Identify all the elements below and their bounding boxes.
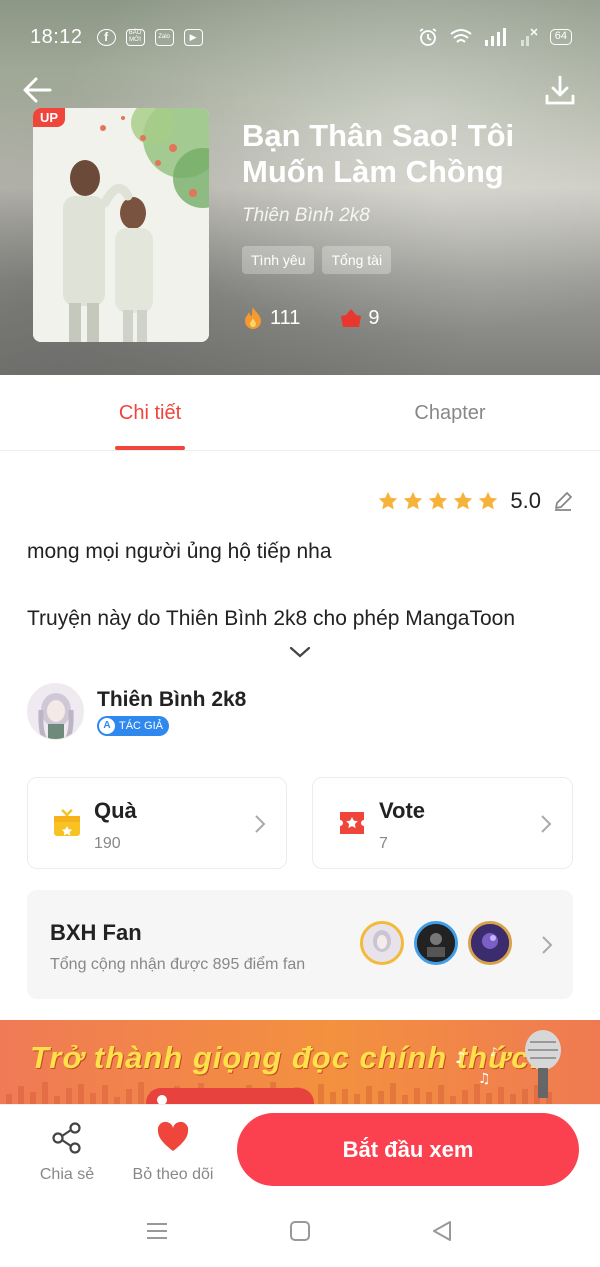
arrow-left-icon bbox=[23, 77, 52, 103]
cover-illustration bbox=[33, 108, 209, 342]
star-icon bbox=[379, 491, 398, 510]
menu-icon bbox=[147, 1223, 167, 1239]
views-stat: 111 bbox=[242, 306, 300, 330]
tag-romance[interactable]: Tình yêu bbox=[242, 246, 315, 274]
book-cover[interactable]: UP bbox=[33, 108, 209, 342]
fan-ranking-title: BXH Fan bbox=[50, 920, 142, 945]
chevron-right-icon bbox=[255, 815, 266, 833]
book-title: Bạn Thân Sao! Tôi Muốn Làm Chồng bbox=[242, 118, 515, 189]
unfollow-button[interactable]: Bỏ theo dõi bbox=[128, 1121, 218, 1184]
microphone-icon bbox=[525, 1030, 561, 1098]
back-nav-button[interactable] bbox=[431, 1220, 453, 1247]
author-badge-icon: A bbox=[99, 717, 115, 734]
system-nav-bar bbox=[0, 1204, 600, 1267]
author-role-badge: A TÁC GIẢ bbox=[97, 715, 170, 736]
tag-ceo[interactable]: Tổng tài bbox=[322, 246, 392, 274]
svg-text:♫: ♫ bbox=[478, 1071, 491, 1087]
likes-stat: 9 bbox=[340, 306, 380, 330]
share-icon bbox=[52, 1122, 81, 1154]
gift-count: 190 bbox=[94, 835, 121, 852]
fire-icon bbox=[245, 307, 261, 329]
svg-text:♪: ♪ bbox=[490, 1045, 498, 1059]
gift-card[interactable]: Quà 190 bbox=[27, 777, 287, 869]
edit-icon[interactable] bbox=[552, 490, 574, 512]
ticket-icon bbox=[340, 812, 364, 834]
share-button[interactable]: Chia sẻ bbox=[22, 1121, 112, 1184]
star-icon bbox=[454, 491, 473, 510]
gift-title: Quà bbox=[94, 798, 137, 823]
share-label: Chia sẻ bbox=[39, 1166, 95, 1183]
author-avatar-image bbox=[28, 684, 83, 739]
wifi-icon bbox=[450, 29, 472, 43]
tab-details[interactable]: Chi tiết bbox=[0, 375, 300, 450]
fan-ranking-card[interactable]: BXH Fan Tổng cộng nhận được 895 điểm fan bbox=[27, 890, 573, 999]
tag-list: Tình yêu Tổng tài bbox=[242, 246, 392, 274]
svg-text:♪: ♪ bbox=[455, 1048, 465, 1067]
start-reading-button[interactable]: Bắt đầu xem bbox=[237, 1113, 579, 1186]
baomoi-icon: BÁO MỚI bbox=[125, 28, 145, 46]
tab-chapter[interactable]: Chapter bbox=[300, 375, 600, 450]
author-role-label: TÁC GIẢ bbox=[119, 719, 164, 732]
status-time: 18:12 bbox=[30, 25, 83, 48]
views-count: 111 bbox=[270, 306, 301, 329]
vote-count: 7 bbox=[379, 835, 388, 852]
gift-icon bbox=[54, 809, 80, 836]
status-app-icons: f BÁO MỚI Zalo ▶ bbox=[96, 28, 203, 46]
fan-avatar-image bbox=[471, 924, 509, 962]
book-header: 18:12 f BÁO MỚI Zalo ▶ 64 UP Bạn Thân Sa… bbox=[0, 0, 600, 375]
unfollow-label: Bỏ theo dõi bbox=[132, 1166, 214, 1183]
avatar bbox=[360, 921, 404, 965]
rating[interactable]: 5.0 bbox=[377, 488, 574, 514]
tab-bar: Chi tiết Chapter bbox=[0, 375, 600, 451]
author-name: Thiên Bình 2k8 bbox=[97, 687, 247, 711]
update-badge: UP bbox=[33, 108, 66, 127]
banner-button-decoration bbox=[146, 1088, 314, 1104]
description-line: Truyện này do Thiên Bình 2k8 cho phép Ma… bbox=[27, 607, 516, 630]
expand-button[interactable] bbox=[289, 645, 311, 664]
home-nav-button[interactable] bbox=[289, 1220, 311, 1247]
fan-avatar-image bbox=[417, 924, 455, 962]
vote-title: Vote bbox=[379, 798, 426, 823]
music-notes-decoration: ♪ ♫ ♪ bbox=[455, 1045, 498, 1087]
star-icon bbox=[429, 491, 448, 510]
fan-avatar-image bbox=[363, 924, 401, 962]
top-fans bbox=[360, 921, 512, 965]
voice-actor-banner[interactable]: Trở thành giọng đọc chính thức! ♪ ♫ ♪ bbox=[0, 1020, 600, 1104]
battery-indicator: 64 bbox=[549, 29, 572, 45]
chevron-down-icon bbox=[289, 646, 311, 658]
heart-icon bbox=[157, 1121, 189, 1151]
back-triangle-icon bbox=[433, 1221, 451, 1241]
bottom-action-bar: Chia sẻ Bỏ theo dõi Bắt đầu xem bbox=[0, 1104, 600, 1204]
likes-count: 9 bbox=[368, 306, 380, 329]
zalo-icon: Zalo bbox=[154, 28, 174, 46]
star-icon bbox=[479, 491, 498, 510]
signal-icon bbox=[484, 28, 506, 46]
rating-value: 5.0 bbox=[510, 488, 541, 513]
download-icon bbox=[545, 75, 575, 105]
avatar bbox=[414, 921, 458, 965]
star-icon bbox=[404, 491, 423, 510]
avatar bbox=[468, 921, 512, 965]
home-square-icon bbox=[290, 1221, 310, 1241]
chevron-right-icon bbox=[541, 815, 552, 833]
alarm-icon bbox=[419, 28, 437, 46]
fan-ranking-subtitle: Tổng cộng nhận được 895 điểm fan bbox=[50, 956, 306, 973]
vote-card[interactable]: Vote 7 bbox=[312, 777, 573, 869]
facebook-icon: f bbox=[96, 28, 116, 46]
signal-off-icon bbox=[520, 28, 538, 46]
book-stats: 111 9 bbox=[242, 306, 420, 330]
description-line: mong mọi người ủng hộ tiếp nha bbox=[27, 540, 332, 563]
chevron-right-icon bbox=[542, 936, 553, 954]
youtube-icon: ▶ bbox=[183, 28, 203, 46]
author-row[interactable]: Thiên Bình 2k8 A TÁC GIẢ bbox=[27, 683, 246, 740]
back-button[interactable] bbox=[20, 72, 56, 108]
book-author[interactable]: Thiên Bình 2k8 bbox=[242, 205, 370, 227]
status-bar: 18:12 f BÁO MỚI Zalo ▶ 64 bbox=[30, 22, 572, 52]
download-button[interactable] bbox=[542, 72, 578, 108]
like-icon bbox=[341, 309, 362, 327]
avatar[interactable] bbox=[27, 683, 84, 740]
menu-nav-button[interactable] bbox=[146, 1220, 168, 1247]
